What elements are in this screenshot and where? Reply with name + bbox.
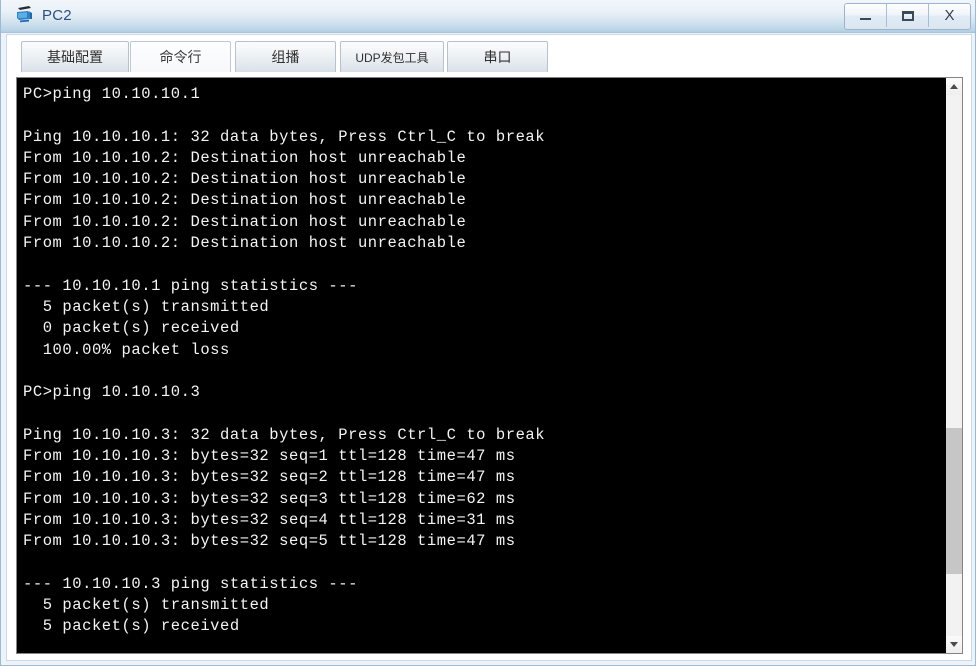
terminal-line: From 10.10.10.2: Destination host unreac… <box>23 148 467 167</box>
terminal-line: From 10.10.10.3: bytes=32 seq=1 ttl=128 … <box>23 447 516 466</box>
maximize-button[interactable] <box>887 4 929 27</box>
terminal-line: 5 packet(s) transmitted <box>23 297 270 316</box>
minimize-button[interactable] <box>845 4 887 27</box>
tab-label: 组播 <box>271 49 300 65</box>
terminal-line: PC>ping 10.10.10.1 <box>23 85 201 103</box>
terminal-line: --- 10.10.10.1 ping statistics --- <box>23 276 358 295</box>
terminal-line: 5 packet(s) transmitted <box>23 596 270 615</box>
tab-label: UDP发包工具 <box>355 50 429 65</box>
scroll-down-button[interactable] <box>946 636 962 653</box>
minimize-icon <box>860 18 871 20</box>
terminal-line: PC>ping 10.10.10.3 <box>23 383 201 402</box>
terminal-line: 100.00% packet loss <box>23 340 230 359</box>
terminal-line: From 10.10.10.2: Destination host unreac… <box>23 170 467 189</box>
terminal-line: From 10.10.10.2: Destination host unreac… <box>23 212 467 231</box>
terminal-line: From 10.10.10.2: Destination host unreac… <box>23 191 467 210</box>
maximize-icon <box>901 10 914 21</box>
tab-1[interactable]: 命令行 <box>130 41 231 72</box>
window-controls: X <box>844 3 971 30</box>
terminal-line: 0 packet(s) received <box>23 319 240 338</box>
tab-label: 基础配置 <box>47 49 103 65</box>
pc-device-icon <box>15 5 35 25</box>
terminal-line: From 10.10.10.2: Destination host unreac… <box>23 234 467 253</box>
tab-3[interactable]: UDP发包工具 <box>340 41 444 72</box>
terminal-line: From 10.10.10.3: bytes=32 seq=5 ttl=128 … <box>23 532 516 551</box>
scrollbar-track[interactable] <box>946 95 962 636</box>
pc2-window: PC2 X 基础配置 命令行 组播 UDP发包工具 串口 PC>ping 10.10.1… <box>0 0 976 666</box>
command-line-console[interactable]: PC>ping 10.10.10.1 Ping 10.10.10.1: 32 da… <box>16 77 963 654</box>
terminal-line: --- 10.10.10.3 ping statistics --- <box>23 574 358 593</box>
scroll-up-icon <box>950 84 958 89</box>
title-bar-left: PC2 <box>15 5 72 25</box>
close-icon: X <box>944 7 955 24</box>
tab-4[interactable]: 串口 <box>447 41 548 72</box>
tab-label: 命令行 <box>159 49 202 65</box>
terminal-line: 5 packet(s) received <box>23 617 240 636</box>
console-scrollbar[interactable] <box>945 78 962 653</box>
terminal-line: From 10.10.10.3: bytes=32 seq=2 ttl=128 … <box>23 468 516 487</box>
scrollbar-thumb[interactable] <box>946 428 962 574</box>
tab-2[interactable]: 组播 <box>235 41 336 72</box>
terminal-line: Ping 10.10.10.3: 32 data bytes, Press Ct… <box>23 425 546 444</box>
title-bar[interactable]: PC2 X <box>1 0 975 33</box>
scroll-down-icon <box>950 642 958 647</box>
tab-label: 串口 <box>483 49 512 65</box>
close-button[interactable]: X <box>929 4 970 27</box>
window-title: PC2 <box>42 6 72 24</box>
tab-0[interactable]: 基础配置 <box>21 41 129 72</box>
terminal-output[interactable]: PC>ping 10.10.10.1 Ping 10.10.10.1: 32 da… <box>17 78 945 653</box>
terminal-line: Ping 10.10.10.1: 32 data bytes, Press Ct… <box>23 127 546 146</box>
terminal-line: From 10.10.10.3: bytes=32 seq=3 ttl=128 … <box>23 489 516 508</box>
terminal-line: From 10.10.10.3: bytes=32 seq=4 ttl=128 … <box>23 510 516 529</box>
scroll-up-button[interactable] <box>946 78 962 95</box>
tab-strip: 基础配置 命令行 组播 UDP发包工具 串口 <box>7 35 971 72</box>
content-panel: 基础配置 命令行 组播 UDP发包工具 串口 PC>ping 10.10.10.1 Pin… <box>6 34 972 661</box>
